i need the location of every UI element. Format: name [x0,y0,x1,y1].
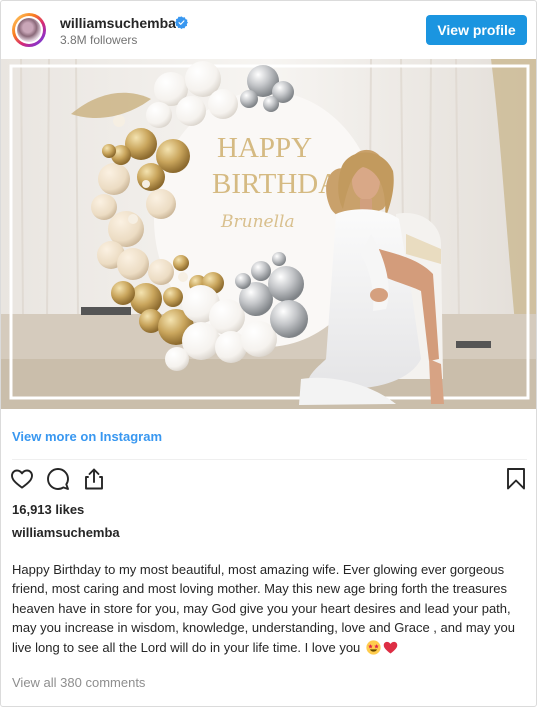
view-more-on-instagram-link[interactable]: View more on Instagram [12,429,162,444]
caption-username[interactable]: williamsuchemba [12,525,120,540]
share-icon[interactable] [82,467,106,491]
view-all-comments-link[interactable]: View all 380 comments [12,675,145,690]
like-count[interactable]: 16,913 likes [12,502,84,517]
post-photo-illustration: HAPPY BIRTHDAY Brunella [1,59,536,409]
avatar-photo [17,18,41,42]
action-bar [1,463,536,495]
star-struck-emoji [366,640,381,655]
post-header: williamsuchemba 3.8M followers View prof… [1,1,536,59]
heart-icon[interactable] [10,467,34,491]
caption-text: Happy Birthday to my most beautiful, mos… [12,562,515,655]
post-photo[interactable]: HAPPY BIRTHDAY Brunella [1,59,536,409]
comment-icon[interactable] [46,467,70,491]
backdrop-text-name: Brunella [220,212,295,232]
red-heart-emoji [383,641,398,654]
divider [12,459,527,460]
follower-count: 3.8M followers [60,33,138,47]
caption: Happy Birthday to my most beautiful, mos… [12,560,526,657]
verified-badge-icon [175,16,188,29]
backdrop-text-happy: HAPPY [217,132,312,164]
bookmark-icon[interactable] [504,467,528,491]
avatar[interactable] [12,13,46,47]
instagram-embed-card: williamsuchemba 3.8M followers View prof… [0,0,537,707]
view-profile-button[interactable]: View profile [426,15,527,45]
username[interactable]: williamsuchemba [60,15,176,31]
